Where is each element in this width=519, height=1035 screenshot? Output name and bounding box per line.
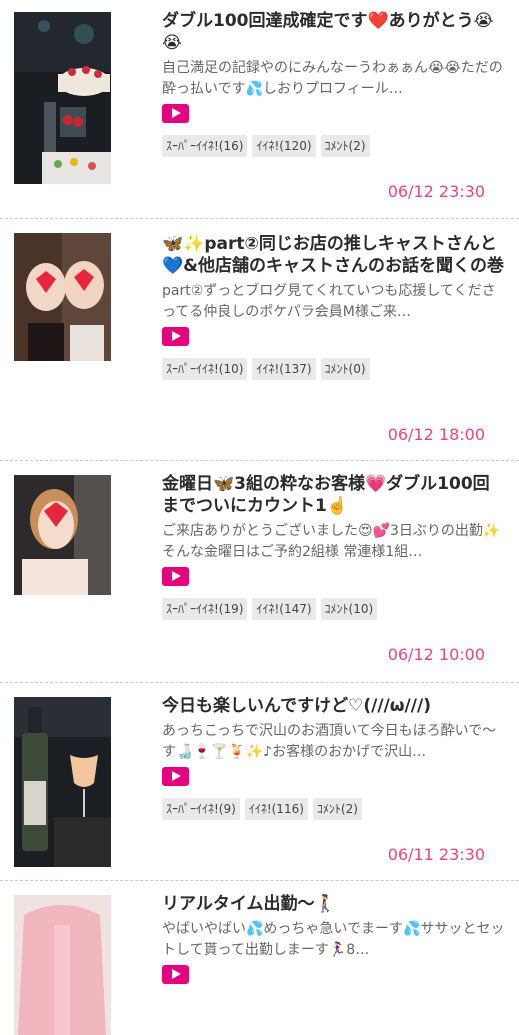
- blog-post[interactable]: 金曜日🦋3組の粋なお客様💗ダブル100回までついにカウント1☝️ ご来店ありがと…: [0, 460, 519, 682]
- post-thumbnail[interactable]: [14, 475, 111, 595]
- wine-photo: [14, 697, 111, 867]
- post-thumbnail[interactable]: [14, 895, 111, 1035]
- like-badge[interactable]: ｲｲﾈ!(137): [252, 358, 316, 380]
- post-excerpt: part②ずっとブログ見てくれていつも応援してくださってる仲良しのポケパラ会員M…: [162, 283, 496, 320]
- post-excerpt: 自己満足の記録やのにみんなーうわぁぁん😭😭ただの酔っ払いです💦しおりプロフィール…: [162, 60, 503, 97]
- comment-badge[interactable]: ｺﾒﾝﾄ(0): [320, 358, 370, 380]
- play-button[interactable]: [162, 965, 189, 984]
- selfie-photo: [14, 233, 111, 361]
- post-date: 06/12 18:00: [387, 425, 485, 444]
- like-badge[interactable]: ｲｲﾈ!(147): [252, 598, 316, 620]
- super-like-badge[interactable]: ｽｰﾊﾟｰｲｲﾈ!(10): [162, 358, 248, 380]
- play-button[interactable]: [162, 567, 189, 586]
- like-badge[interactable]: ｲｲﾈ!(120): [252, 135, 316, 157]
- post-date: 06/11 23:30: [387, 845, 485, 864]
- blog-post[interactable]: ダブル100回達成確定です❤️ありがとう😭😭 自己満足の記録やのにみんなーうわぁ…: [0, 0, 519, 218]
- comment-badge[interactable]: ｺﾒﾝﾄ(2): [320, 135, 370, 157]
- comment-badge[interactable]: ｺﾒﾝﾄ(10): [320, 598, 378, 620]
- play-button[interactable]: [162, 104, 189, 123]
- post-thumbnail[interactable]: [14, 233, 111, 361]
- post-title[interactable]: 金曜日🦋3組の粋なお客様💗ダブル100回までついにカウント1☝️: [162, 473, 505, 517]
- blog-feed: ダブル100回達成確定です❤️ありがとう😭😭 自己満足の記録やのにみんなーうわぁ…: [0, 0, 519, 1035]
- post-excerpt: あっちこっちで沢山のお酒頂いて今日もほろ酔いで〜す🍶🍷🍸🍹✨♪お客様のおかげで沢…: [162, 723, 497, 760]
- outfit-photo: [14, 895, 111, 1035]
- super-like-badge[interactable]: ｽｰﾊﾟｰｲｲﾈ!(9): [162, 798, 240, 820]
- post-thumbnail[interactable]: [14, 697, 111, 867]
- post-title[interactable]: 今日も楽しいんですけど♡(///ω///): [162, 695, 505, 717]
- blog-post[interactable]: リアルタイム出勤〜🚶‍♀️ やばいやばい💦めっちゃ急いでまーす💦ササッとセットし…: [0, 880, 519, 1035]
- super-like-badge[interactable]: ｽｰﾊﾟｰｲｲﾈ!(19): [162, 598, 248, 620]
- play-button[interactable]: [162, 767, 189, 786]
- comment-badge[interactable]: ｺﾒﾝﾄ(2): [312, 798, 362, 820]
- reaction-badges: ｽｰﾊﾟｰｲｲﾈ!(9) ｲｲﾈ!(116) ｺﾒﾝﾄ(2): [162, 798, 505, 820]
- post-excerpt: やばいやばい💦めっちゃ急いでまーす💦ササッとセットして貰って出勤しまーす🏃‍♀️…: [162, 921, 505, 958]
- reaction-badges: ｽｰﾊﾟｰｲｲﾈ!(10) ｲｲﾈ!(137) ｺﾒﾝﾄ(0): [162, 358, 505, 380]
- post-thumbnail[interactable]: [14, 12, 111, 184]
- post-title[interactable]: ダブル100回達成確定です❤️ありがとう😭😭: [162, 10, 505, 54]
- post-title[interactable]: リアルタイム出勤〜🚶‍♀️: [162, 893, 505, 915]
- reaction-badges: ｽｰﾊﾟｰｲｲﾈ!(19) ｲｲﾈ!(147) ｺﾒﾝﾄ(10): [162, 598, 505, 620]
- post-title[interactable]: 🦋✨part②同じお店の推しキャストさんと💙&他店舗のキャストさんのお話を聞くの…: [162, 233, 505, 277]
- blog-post[interactable]: 今日も楽しいんですけど♡(///ω///) あっちこっちで沢山のお酒頂いて今日も…: [0, 682, 519, 880]
- like-badge[interactable]: ｲｲﾈ!(116): [244, 798, 308, 820]
- post-date: 06/12 23:30: [387, 182, 485, 201]
- reaction-badges: ｽｰﾊﾟｰｲｲﾈ!(16) ｲｲﾈ!(120) ｺﾒﾝﾄ(2): [162, 135, 505, 157]
- super-like-badge[interactable]: ｽｰﾊﾟｰｲｲﾈ!(16): [162, 135, 248, 157]
- post-date: 06/12 10:00: [387, 645, 485, 664]
- play-button[interactable]: [162, 327, 189, 346]
- post-excerpt: ご来店ありがとうございました😍💕3日ぶりの出勤✨そんな金曜日はご予約2組様 常連…: [162, 523, 501, 560]
- cake-photo: [14, 12, 111, 184]
- portrait-photo: [14, 475, 111, 595]
- blog-post[interactable]: 🦋✨part②同じお店の推しキャストさんと💙&他店舗のキャストさんのお話を聞くの…: [0, 218, 519, 460]
